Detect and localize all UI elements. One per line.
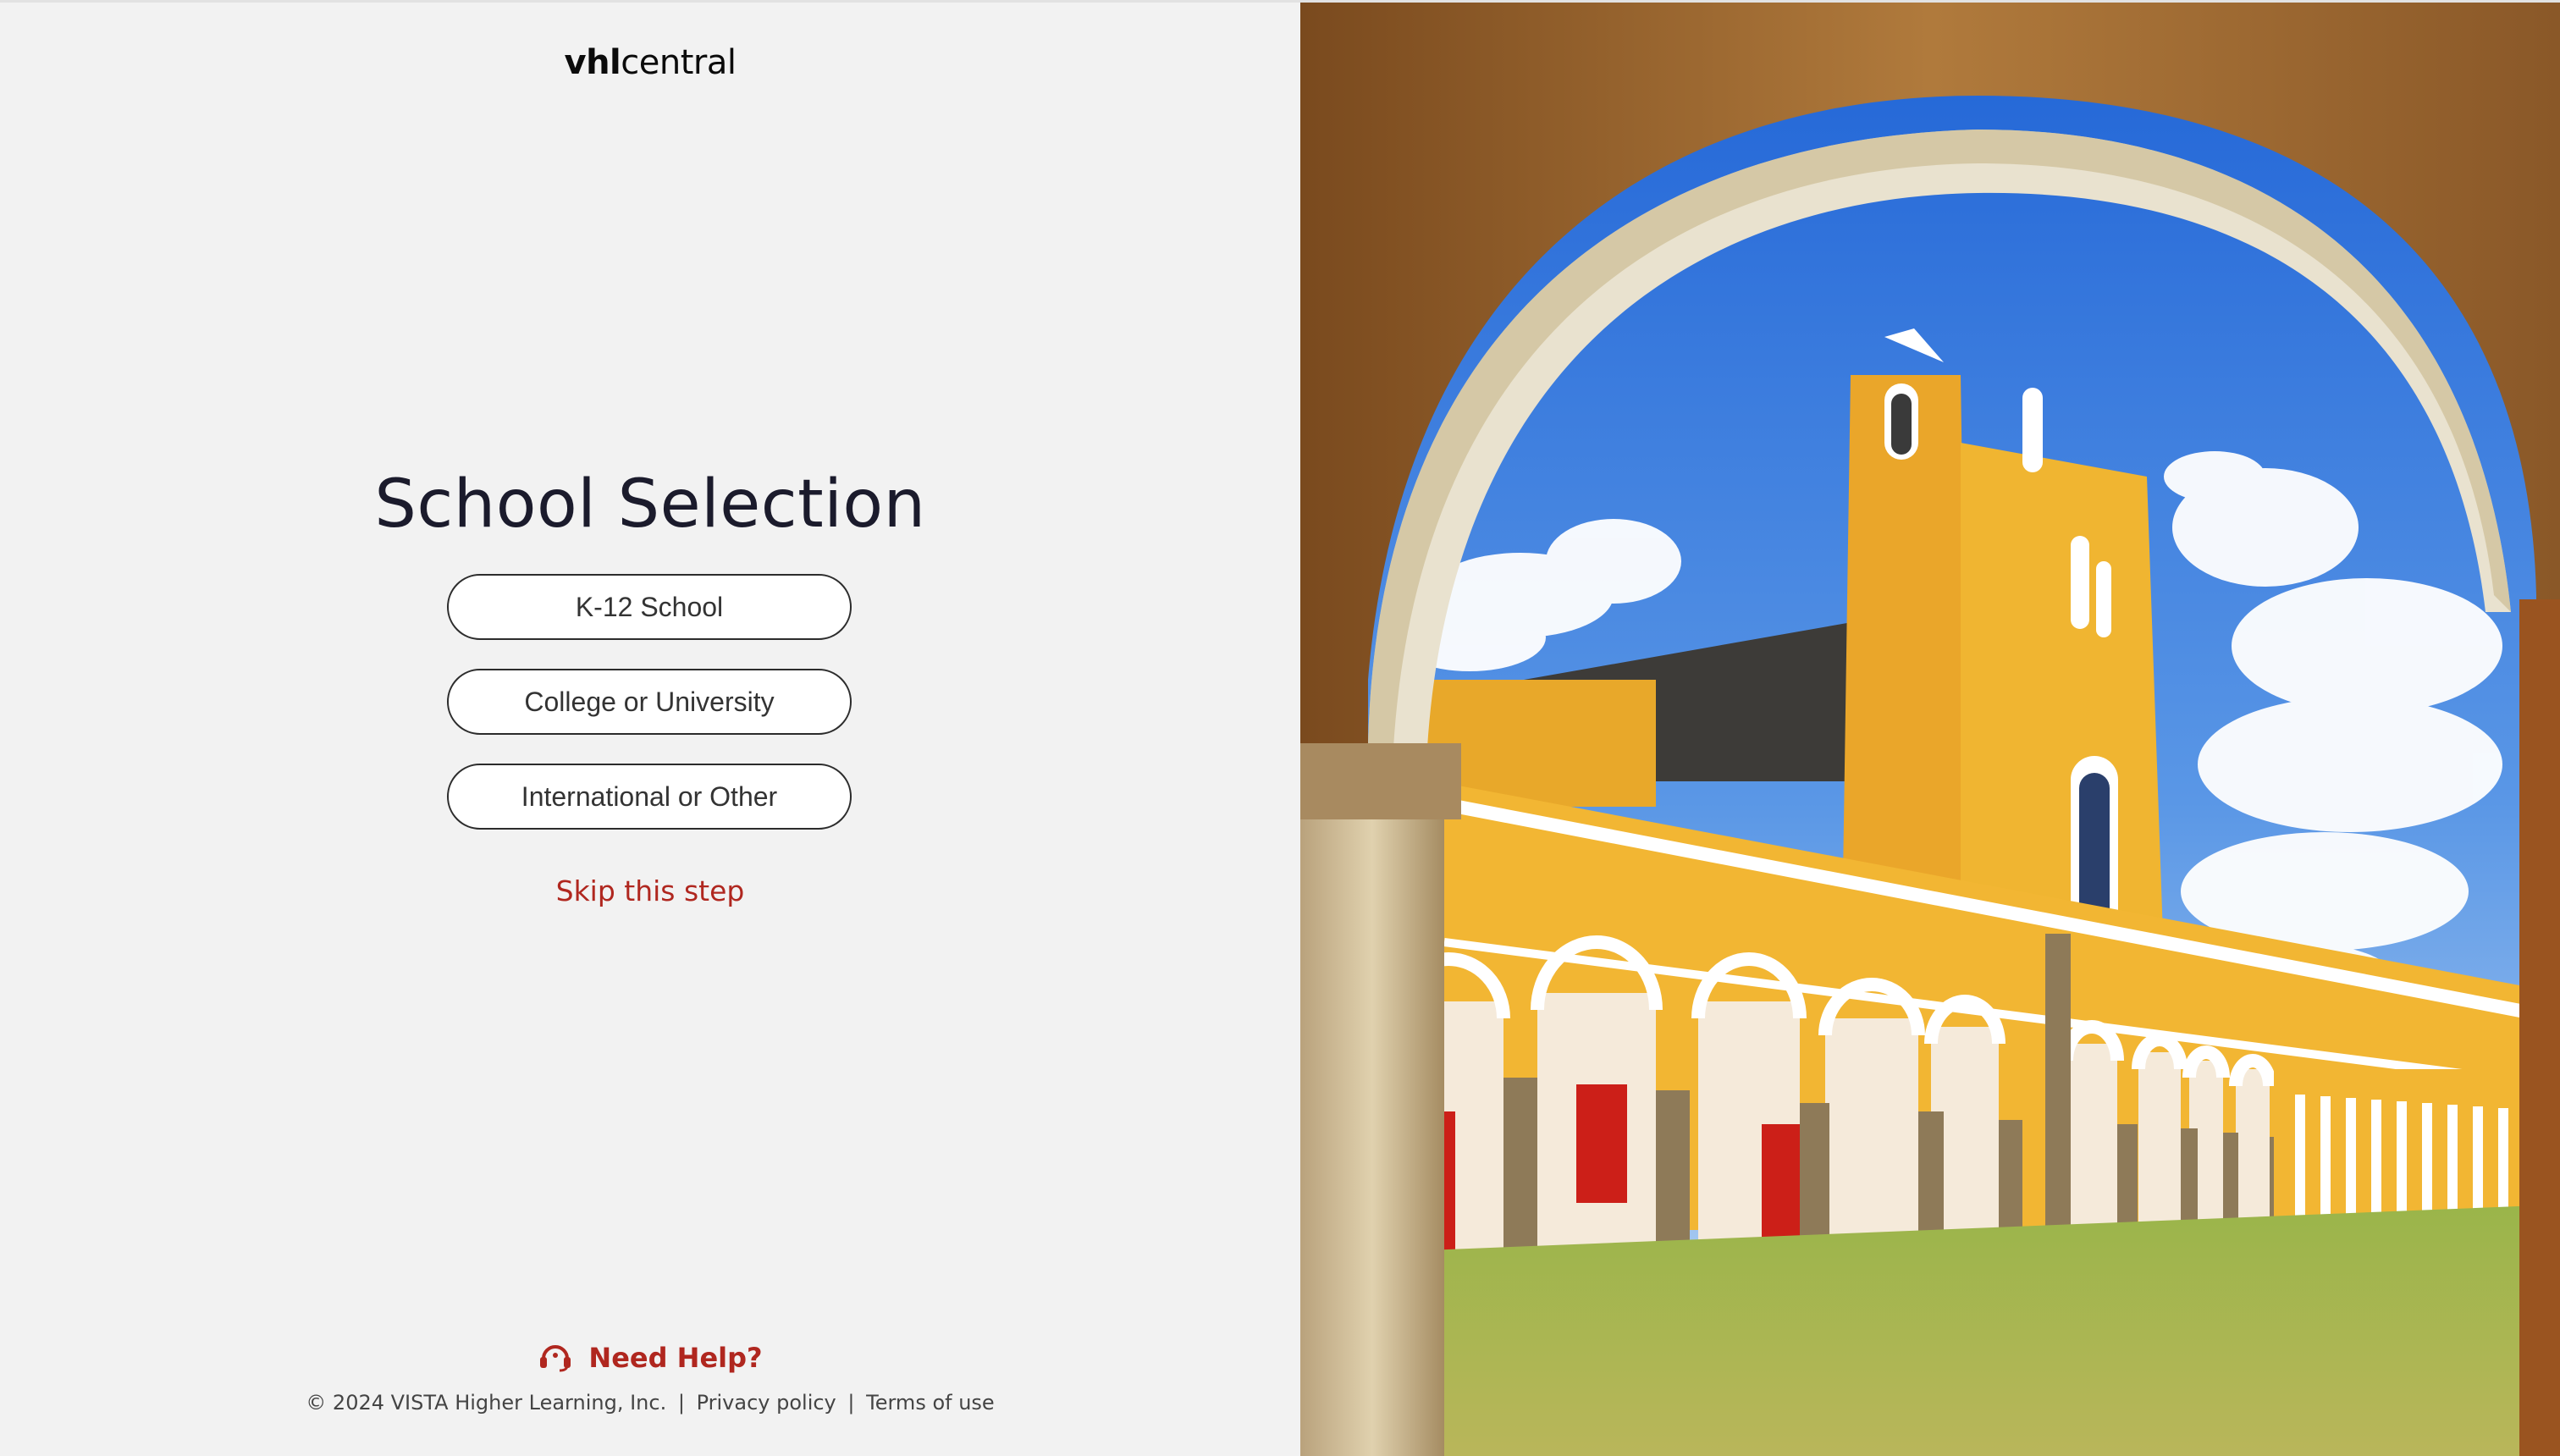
- logo-bold-text: vhl: [564, 43, 621, 82]
- copyright-text: © 2024 VISTA Higher Learning, Inc.: [306, 1391, 667, 1415]
- convent-courtyard-illustration: [1300, 3, 2560, 1456]
- need-help-link[interactable]: Need Help?: [0, 1338, 1300, 1376]
- privacy-policy-link[interactable]: Privacy policy: [697, 1391, 836, 1415]
- footer-separator: |: [677, 1391, 685, 1415]
- vhlcentral-logo[interactable]: vhlcentral: [0, 43, 1300, 82]
- logo-regular-text: central: [621, 43, 737, 82]
- skip-step-link[interactable]: Skip this step: [0, 874, 1300, 907]
- international-other-button[interactable]: International or Other: [447, 764, 852, 830]
- terms-of-use-link[interactable]: Terms of use: [866, 1391, 995, 1415]
- footer-separator: |: [847, 1391, 855, 1415]
- headset-icon: [538, 1338, 573, 1376]
- k12-school-button[interactable]: K-12 School: [447, 574, 852, 640]
- left-panel: vhlcentral School Selection K-12 School …: [0, 3, 1300, 1456]
- page-title: School Selection: [374, 466, 926, 543]
- footer: © 2024 VISTA Higher Learning, Inc. | Pri…: [0, 1391, 1300, 1415]
- need-help-label: Need Help?: [588, 1341, 763, 1374]
- hero-image: [1300, 3, 2560, 1456]
- college-university-button[interactable]: College or University: [447, 669, 852, 735]
